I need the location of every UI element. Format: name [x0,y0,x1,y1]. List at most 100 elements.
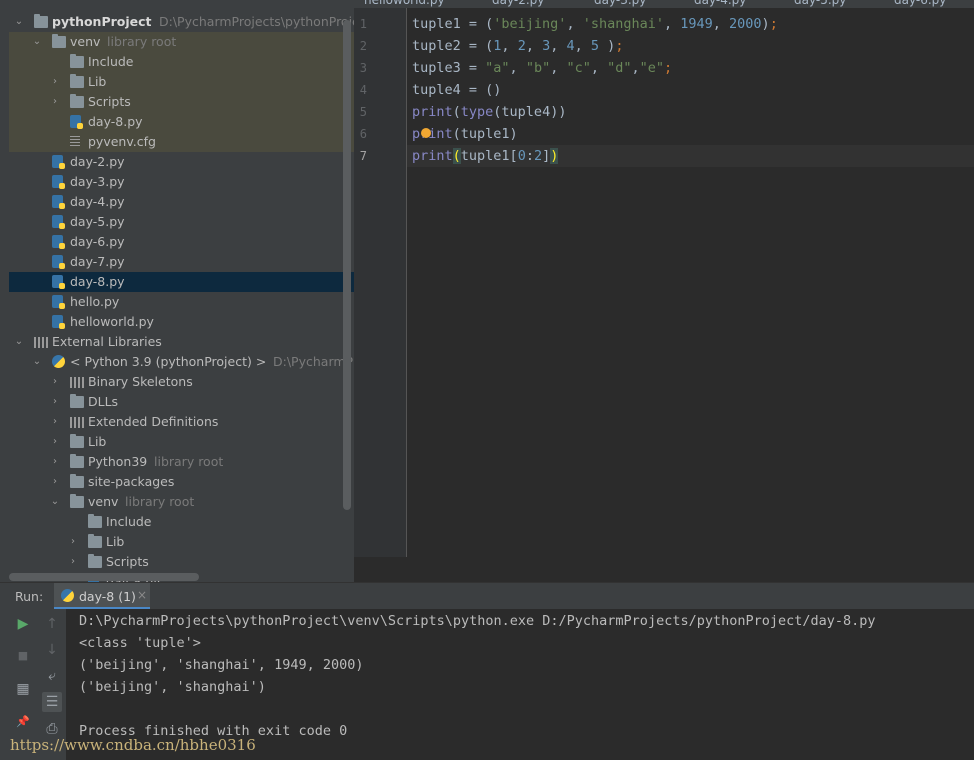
scroll-to-end-icon[interactable]: ☰ [42,692,62,712]
lightbulb-icon[interactable] [421,128,431,138]
soft-wrap-icon[interactable]: ⤶ [42,666,62,686]
tree-item-hint: library root [154,454,224,469]
run-tool-window-header: Run: day-8 (1) × [0,582,974,610]
tree-item[interactable]: day-4.py [9,192,354,212]
tree-item-label: Scripts [88,94,131,109]
editor-tab[interactable]: day-3.py [594,0,646,7]
tree-item-label: Lib [88,434,107,449]
tree-item[interactable]: › site-packages [9,472,354,492]
tree-item[interactable]: ⌄ venv library root [9,492,354,512]
chevron-right-icon[interactable]: › [68,532,78,552]
tree-item[interactable]: Include [9,512,354,532]
tree-item[interactable]: day-8.py [9,112,354,132]
tree-item[interactable]: day-3.py [9,172,354,192]
tree-item-label: site-packages [88,474,175,489]
line-number: 7 [359,149,367,163]
tree-item[interactable]: ⌄ < Python 3.9 (pythonProject) > D:\Pychar… [9,352,354,372]
arrow-up-icon[interactable]: ↑ [42,614,62,634]
run-config-tab[interactable]: day-8 (1) × [54,583,150,610]
tree-horizontal-scrollbar[interactable] [9,573,199,581]
line-number: 1 [359,17,367,31]
code-editor[interactable]: tuple1 = ('beijing', 'shanghai', 1949, 2… [407,8,974,557]
chevron-right-icon[interactable]: › [50,72,60,92]
code-line: print(tuple1[0:2]) [412,148,559,164]
tree-item[interactable]: › Lib [9,72,354,92]
tree-item[interactable]: day-2.py [9,152,354,172]
editor-tab[interactable]: helloworld.py [364,0,445,7]
tree-item[interactable]: › Extended Definitions [9,412,354,432]
editor-tab[interactable]: day-5.py [794,0,846,7]
layout-icon[interactable]: ▦ [13,679,33,699]
arrow-down-icon[interactable]: ↓ [42,640,62,660]
line-number: 2 [359,39,367,53]
line-number: 4 [359,83,367,97]
python-file-icon [52,295,65,309]
close-icon[interactable]: × [137,588,147,602]
folder-icon [52,34,66,48]
folder-icon [70,474,84,488]
tree-item[interactable]: ⌄ venv library root [9,32,354,52]
tree-vertical-scrollbar[interactable] [343,20,351,510]
tree-item[interactable]: › Scripts [9,552,354,572]
tree-item[interactable]: Include [9,52,354,72]
config-file-icon [70,136,80,148]
tree-item-label: venv [70,34,101,49]
folder-icon [70,494,84,508]
python-icon [52,355,65,368]
chevron-right-icon[interactable]: › [50,372,60,392]
chevron-right-icon[interactable]: › [50,92,60,112]
chevron-right-icon[interactable]: › [50,412,60,432]
chevron-down-icon[interactable]: ⌄ [14,12,24,32]
tree-item[interactable]: › Scripts [9,92,354,112]
tree-item-label: day-7.py [70,254,125,269]
tree-item-label: day-4.py [70,194,125,209]
tree-item-label: day-8.py [70,274,125,289]
chevron-down-icon[interactable]: ⌄ [32,352,42,372]
line-number: 6 [359,127,367,141]
editor-tab[interactable]: day-6.py [894,0,946,7]
tree-item-hint: D:\PycharmProjects\pythonProject [159,14,354,29]
pin-icon[interactable]: 📌 [13,712,33,732]
tree-item[interactable]: day-8.py [9,272,354,292]
tree-item[interactable]: day-6.py [9,232,354,252]
chevron-right-icon[interactable]: › [68,552,78,572]
console-line: ('beijing', 'shanghai', 1949, 2000) [79,657,364,673]
editor-tab[interactable]: day-2.py [492,0,544,7]
tree-item[interactable]: hello.py [9,292,354,312]
editor-tab[interactable]: day-4.py [694,0,746,7]
tree-item[interactable]: › DLLs [9,392,354,412]
tree-item[interactable]: pyvenv.cfg [9,132,354,152]
chevron-right-icon[interactable]: › [50,472,60,492]
chevron-right-icon[interactable]: › [50,392,60,412]
tree-item[interactable]: › Python39 library root [9,452,354,472]
chevron-right-icon[interactable]: › [50,432,60,452]
tree-item[interactable]: ⌄ External Libraries [9,332,354,352]
folder-icon [70,454,84,468]
tree-item[interactable]: › Lib [9,432,354,452]
tree-item[interactable]: day-7.py [9,252,354,272]
tree-item[interactable]: ⌄ pythonProject D:\PycharmProjects\pythonP… [9,12,354,32]
chevron-down-icon[interactable]: ⌄ [50,492,60,512]
tree-item-label: pyvenv.cfg [88,134,156,149]
tree-item[interactable]: helloworld.py [9,312,354,332]
tree-item[interactable]: › Binary Skeletons [9,372,354,392]
folder-icon [88,534,102,548]
tree-item[interactable]: › Lib [9,532,354,552]
tree-item[interactable]: day-5.py [9,212,354,232]
chevron-down-icon[interactable]: ⌄ [14,332,24,352]
stop-icon[interactable]: ■ [13,646,33,666]
python-file-icon [52,255,65,269]
chevron-right-icon[interactable]: › [50,452,60,472]
code-line: tuple4 = () [412,82,502,98]
chevron-down-icon[interactable]: ⌄ [32,32,42,52]
tree-item-hint: library root [107,34,177,49]
python-file-icon [52,155,65,169]
run-icon[interactable]: ▶ [13,614,33,634]
folder-icon [34,14,48,28]
